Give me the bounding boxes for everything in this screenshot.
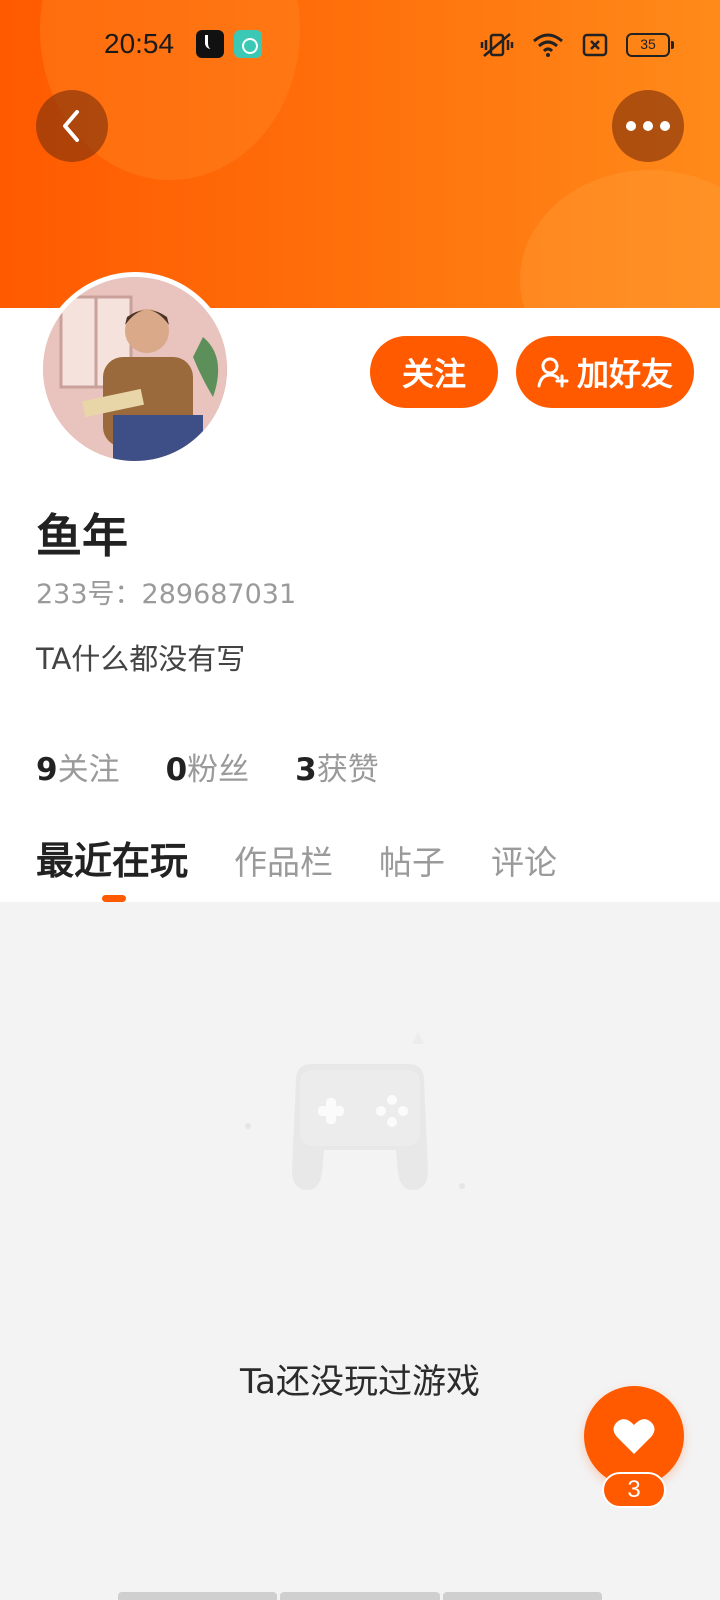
follow-button[interactable]: 关注 — [370, 336, 498, 408]
status-bar: 20:54 35 — [0, 22, 720, 68]
more-button[interactable] — [612, 90, 684, 162]
stat-fans[interactable]: 0粉丝 — [166, 744, 250, 789]
add-user-icon — [537, 357, 569, 388]
add-friend-label: 加好友 — [576, 355, 673, 393]
no-sim-icon — [582, 33, 608, 57]
stat-following[interactable]: 9关注 — [36, 744, 120, 789]
status-time: 20:54 — [104, 28, 175, 59]
more-dots-icon — [626, 121, 670, 131]
stat-following-label: 关注 — [57, 752, 120, 788]
vibrate-icon — [480, 33, 514, 57]
avatar-image — [43, 277, 227, 461]
tab-recently-played[interactable]: 最近在玩 — [36, 830, 188, 885]
bio: TA什么都没有写 — [36, 642, 246, 676]
like-button[interactable] — [584, 1386, 684, 1486]
tab-bar: 最近在玩 作品栏 帖子 评论 — [36, 830, 557, 885]
wifi-icon — [533, 33, 563, 57]
chevron-left-icon — [63, 110, 79, 142]
teal-app-icon — [234, 30, 262, 58]
active-tab-indicator — [102, 895, 126, 902]
banner-decoration — [520, 170, 720, 308]
stat-following-count: 9 — [36, 752, 58, 788]
nickname: 鱼年 — [36, 509, 128, 563]
tab-comments[interactable]: 评论 — [491, 836, 557, 884]
tiktok-app-icon — [196, 30, 224, 58]
stat-likes-count: 3 — [295, 752, 317, 788]
stats-row: 9关注 0粉丝 3获赞 — [36, 744, 379, 789]
avatar[interactable] — [38, 272, 232, 466]
back-button[interactable] — [36, 90, 108, 162]
battery-icon: 35 — [626, 33, 674, 57]
stat-likes[interactable]: 3获赞 — [295, 744, 379, 789]
home-indicator — [118, 1592, 602, 1600]
heart-icon — [613, 1419, 655, 1454]
follow-label: 关注 — [401, 355, 466, 393]
avatar-illustration — [43, 277, 227, 461]
stat-fans-count: 0 — [165, 752, 188, 788]
tab-works[interactable]: 作品栏 — [234, 836, 333, 884]
add-friend-button[interactable]: 加好友 — [516, 336, 694, 408]
stat-likes-label: 获赞 — [316, 752, 379, 788]
tab-posts[interactable]: 帖子 — [379, 836, 445, 884]
stat-fans-label: 粉丝 — [187, 752, 250, 788]
user-id: 233号：289687031 — [36, 579, 297, 610]
like-count-badge: 3 — [602, 1472, 666, 1508]
gamepad-icon — [240, 1020, 480, 1240]
